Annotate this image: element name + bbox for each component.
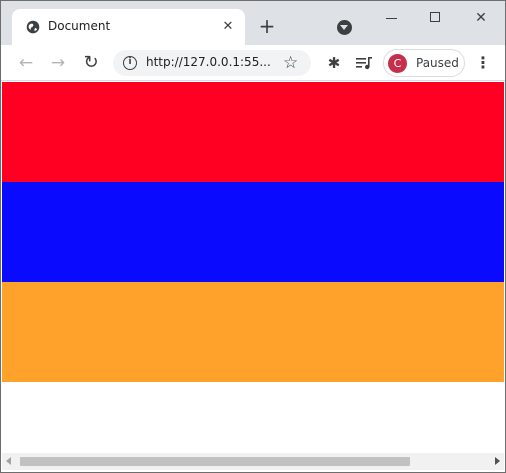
stripe-red [2, 82, 504, 182]
tab-document[interactable]: Document ✕ [12, 9, 245, 45]
reload-icon[interactable]: ↻ [80, 52, 102, 74]
maximize-button[interactable] [421, 7, 449, 29]
minimize-button[interactable] [378, 7, 406, 29]
address-bar[interactable]: i http://127.0.0.1:55... ☆ [113, 50, 311, 76]
scrollbar-thumb[interactable] [20, 457, 410, 466]
stripe-orange [2, 282, 504, 382]
stripe-blue [2, 182, 504, 282]
globe-icon [26, 20, 40, 34]
browser-window: Document ✕ + ✕ ← → ↻ i http://127.0.0.1:… [0, 0, 506, 473]
star-icon[interactable]: ☆ [283, 52, 298, 74]
url-text[interactable]: http://127.0.0.1:55... [146, 55, 271, 69]
maximize-icon [430, 12, 440, 22]
tab-strip: Document ✕ + ✕ [1, 1, 505, 45]
extensions-icon[interactable]: ✱ [324, 53, 344, 73]
scroll-left-icon[interactable] [6, 457, 11, 465]
scroll-right-icon[interactable] [495, 457, 500, 465]
info-icon[interactable]: i [123, 56, 137, 70]
profile-status: Paused [416, 56, 459, 70]
back-icon[interactable]: ← [15, 52, 37, 74]
tab-search-icon[interactable] [337, 20, 352, 35]
horizontal-scrollbar[interactable] [2, 453, 504, 470]
browser-toolbar: ← → ↻ i http://127.0.0.1:55... ☆ ✱ C Pau… [1, 45, 505, 81]
page-viewport [2, 82, 504, 453]
new-tab-button[interactable]: + [256, 16, 278, 38]
forward-icon[interactable]: → [47, 52, 69, 74]
minimize-icon [386, 18, 397, 19]
tab-title: Document [48, 19, 111, 33]
menu-icon[interactable]: ⋮ [475, 53, 491, 73]
close-window-button[interactable]: ✕ [467, 7, 495, 29]
avatar: C [388, 54, 407, 73]
profile-button[interactable]: C Paused [383, 49, 465, 77]
media-control-icon[interactable] [354, 53, 374, 73]
tab-close-icon[interactable]: ✕ [220, 19, 236, 35]
